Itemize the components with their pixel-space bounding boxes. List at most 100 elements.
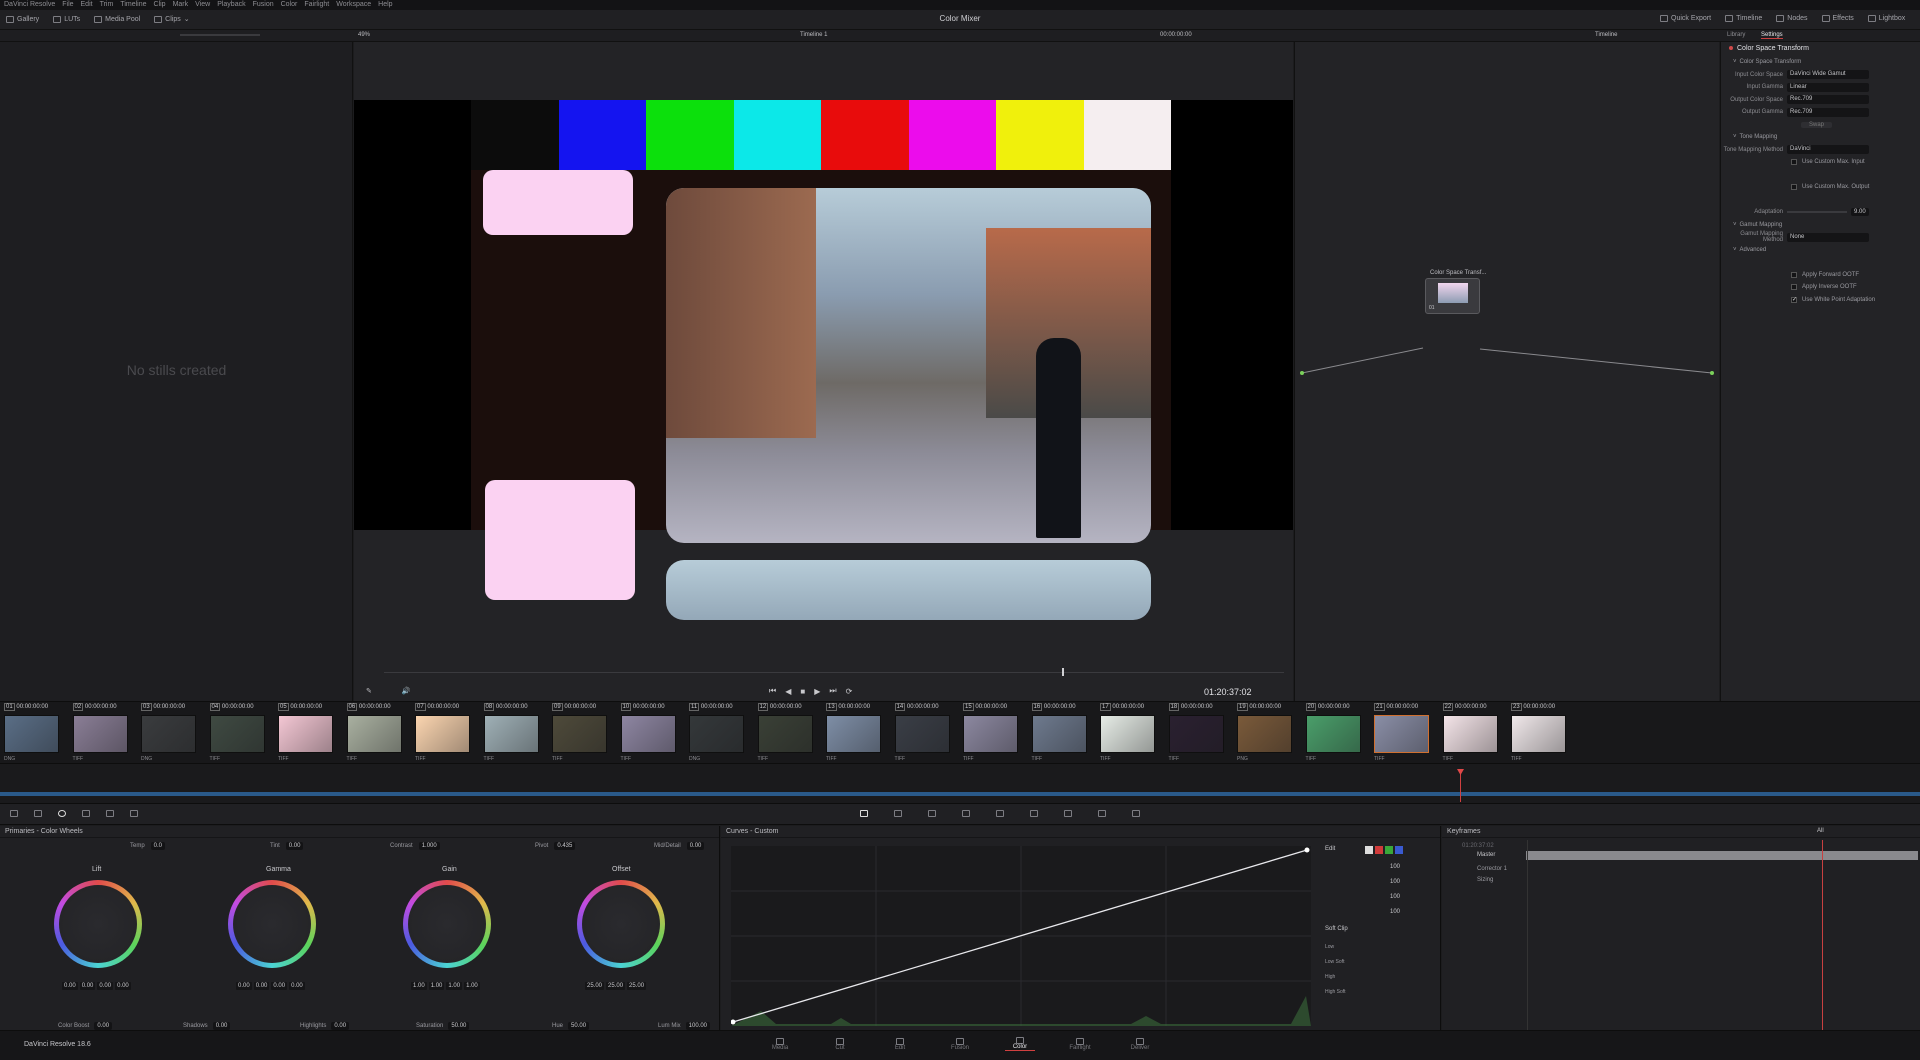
menu-item[interactable]: Mark [173, 0, 189, 10]
lightbox-button[interactable]: Lightbox [1867, 15, 1905, 22]
curve-intensity-red[interactable]: 100 [1390, 875, 1400, 890]
clip-thumbnail[interactable] [4, 715, 59, 753]
magic-mask-icon[interactable] [1030, 810, 1038, 817]
key-icon[interactable] [1098, 810, 1106, 817]
window-icon[interactable] [962, 810, 970, 817]
temp-field[interactable]: 0.0 [150, 842, 166, 850]
camera-raw-icon[interactable] [10, 810, 18, 817]
clip-thumbnail[interactable] [963, 715, 1018, 753]
offset-values[interactable]: 25.00 25.00 25.00 [585, 982, 647, 990]
clip-thumbnail[interactable] [620, 715, 676, 753]
clip-thumbnail[interactable] [141, 715, 196, 753]
go-to-start-icon[interactable]: ⏮ [769, 686, 776, 696]
contrast-field[interactable]: 1.000 [418, 842, 440, 850]
loop-icon[interactable]: ⟳ [846, 687, 853, 696]
curve-intensity-blue[interactable]: 100 [1390, 905, 1400, 920]
tint-field[interactable]: 0.00 [285, 842, 304, 850]
curve-graph[interactable] [731, 846, 1311, 1026]
menu-item[interactable]: Timeline [120, 0, 146, 10]
viewer-image[interactable] [354, 100, 1293, 620]
clip-thumbnail[interactable] [1511, 715, 1566, 753]
page-tab-fusion[interactable]: Fusion [945, 1037, 975, 1051]
clip-thumbnail[interactable] [209, 715, 265, 753]
shadows-field[interactable]: 0.00 [212, 1022, 231, 1030]
blur-icon[interactable] [1064, 810, 1072, 817]
section-header[interactable]: ˅ Advanced [1721, 244, 1920, 257]
mid-detail-field[interactable]: 0.00 [686, 842, 705, 850]
gallery-button[interactable]: Gallery [6, 15, 39, 23]
timeline-button[interactable]: Timeline [1725, 15, 1762, 22]
color-wheels-icon[interactable] [58, 810, 66, 817]
hue-field[interactable]: 50.00 [568, 1022, 590, 1030]
clip-thumbnail[interactable] [1305, 715, 1361, 753]
menu-item[interactable]: Color [281, 0, 298, 10]
gamma-wheel[interactable] [228, 880, 316, 968]
tab-settings[interactable]: Settings [1761, 32, 1783, 39]
viewer-scrubber[interactable] [384, 672, 1284, 673]
output-color-space-dropdown[interactable]: Rec.709 [1787, 95, 1869, 105]
gain-values[interactable]: 1.00 1.00 1.00 1.00 [411, 982, 480, 990]
clip-thumbnail[interactable] [1237, 715, 1292, 753]
clip-thumbnail[interactable] [1442, 715, 1498, 753]
play-icon[interactable]: ▶ [814, 687, 820, 696]
gamma-values[interactable]: 0.00 0.00 0.00 0.00 [236, 982, 305, 990]
lum-mix-field[interactable]: 100.00 [685, 1022, 711, 1030]
step-back-icon[interactable]: ◀ [785, 687, 791, 696]
timeline-name[interactable]: Timeline 1 [800, 32, 827, 38]
custom-max-input-checkbox[interactable] [1791, 159, 1797, 166]
clip-thumbnail[interactable] [552, 715, 607, 753]
clip-thumbnail[interactable] [689, 715, 744, 753]
lift-values[interactable]: 0.00 0.00 0.00 0.00 [62, 982, 131, 990]
menu-item[interactable]: File [62, 0, 73, 10]
menu-item[interactable]: Trim [100, 0, 114, 10]
page-tab-edit[interactable]: Edit [885, 1037, 915, 1051]
saturation-field[interactable]: 50.00 [448, 1022, 470, 1030]
quick-export-button[interactable]: Quick Export [1660, 15, 1711, 22]
clip-thumbnail[interactable] [757, 715, 813, 753]
menu-item[interactable]: Fairlight [304, 0, 329, 10]
page-tab-cut[interactable]: Cut [825, 1037, 855, 1051]
clips-button[interactable]: Clips ⌄ [154, 15, 190, 23]
input-color-space-dropdown[interactable]: DaVinci Wide Gamut [1787, 70, 1869, 80]
highlights-field[interactable]: 0.00 [331, 1022, 350, 1030]
sizing-icon[interactable] [1132, 810, 1140, 817]
audio-icon[interactable]: 🔊 [402, 687, 411, 695]
menu-item[interactable]: DaVinci Resolve [4, 0, 55, 10]
curve-red-button[interactable] [1375, 846, 1383, 854]
section-header[interactable]: ˅ Gamut Mapping [1721, 219, 1920, 232]
curve-green-button[interactable] [1385, 846, 1393, 854]
menu-item[interactable]: Edit [81, 0, 93, 10]
motion-effects-icon[interactable] [130, 810, 138, 817]
white-point-checkbox[interactable]: ✓ [1791, 296, 1797, 303]
tracker-icon[interactable] [996, 810, 1004, 817]
forward-ootf-checkbox[interactable] [1791, 271, 1797, 278]
keyframe-filter[interactable]: All [1817, 828, 1824, 834]
section-header[interactable]: ˅ Tone Mapping [1721, 131, 1920, 144]
swap-button[interactable]: Swap [1801, 121, 1833, 128]
clip-thumbnail[interactable] [483, 715, 539, 753]
inverse-ootf-checkbox[interactable] [1791, 284, 1797, 291]
nodes-button[interactable]: Nodes [1776, 15, 1808, 22]
clip-thumbnail[interactable] [1031, 715, 1087, 753]
qualifier-icon[interactable] [928, 810, 936, 817]
adaptation-slider[interactable] [1787, 211, 1847, 214]
curve-blue-button[interactable] [1395, 846, 1403, 854]
adaptation-value[interactable]: 9.00 [1851, 208, 1869, 217]
pivot-field[interactable]: 0.435 [554, 842, 576, 850]
section-header[interactable]: ˅ Color Space Transform [1721, 56, 1920, 69]
hdr-icon[interactable] [82, 810, 90, 817]
input-gamma-dropdown[interactable]: Linear [1787, 82, 1869, 92]
tab-library[interactable]: Library [1727, 32, 1745, 38]
menu-item[interactable]: Help [378, 0, 392, 10]
zoom-level[interactable]: 49% [358, 32, 370, 38]
menu-item[interactable]: Workspace [336, 0, 371, 10]
pen-tool-icon[interactable]: ✎ [366, 687, 372, 695]
custom-max-output-checkbox[interactable] [1791, 184, 1797, 191]
page-tab-media[interactable]: Media [765, 1037, 795, 1051]
tone-mapping-dropdown[interactable]: DaVinci [1787, 145, 1869, 155]
media-pool-button[interactable]: Media Pool [94, 15, 140, 23]
curve-luma-button[interactable] [1365, 846, 1373, 854]
curve-intensity-green[interactable]: 100 [1390, 890, 1400, 905]
gain-wheel[interactable] [403, 880, 491, 968]
menu-item[interactable]: Clip [154, 0, 166, 10]
